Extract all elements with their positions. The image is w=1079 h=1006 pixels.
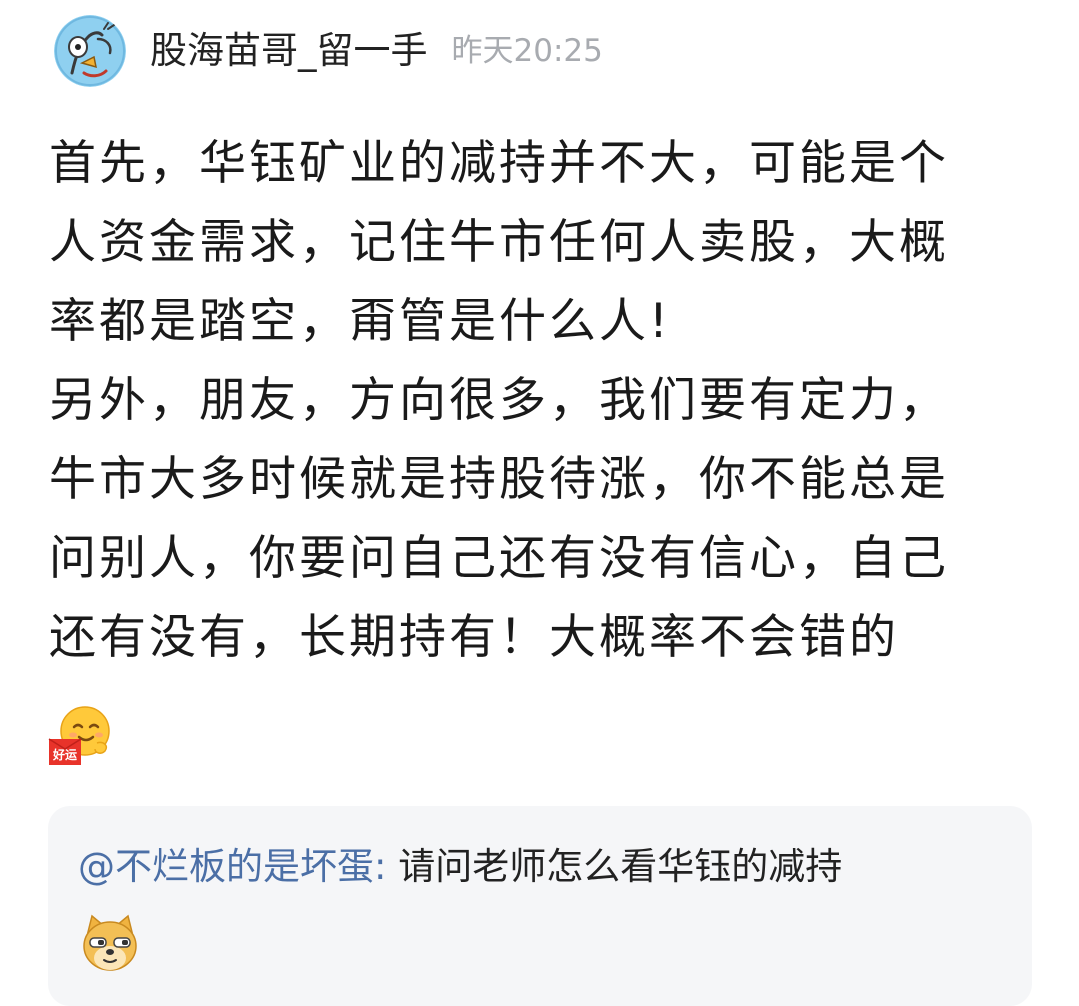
post-line: 首先，华钰矿业的减持并不大，可能是个 [49, 136, 949, 191]
user-avatar[interactable] [54, 15, 126, 87]
post-line: 牛市大多时候就是持股待涨，你不能总是 [49, 452, 949, 507]
doge-emoji-icon [78, 912, 142, 976]
post-body: 首先，华钰矿业的减持并不大，可能是个 人资金需求，记住牛市任何人卖股，大概 率都… [49, 124, 1049, 677]
username[interactable]: 股海苗哥_留一手 [150, 14, 428, 88]
post-line: 问别人，你要问自己还有没有信心，自己 [49, 531, 949, 586]
mention-link[interactable]: @不烂板的是坏蛋: [78, 845, 386, 888]
quoted-comment-line: @不烂板的是坏蛋: 请问老师怎么看华钰的减持 [78, 836, 842, 898]
post-timestamp: 昨天20:25 [451, 33, 603, 69]
cartoon-avatar-icon [54, 15, 126, 87]
post-line: 率都是踏空，甭管是什么人! [49, 294, 671, 349]
post-line: 另外，朋友，方向很多，我们要有定力， [49, 373, 949, 428]
svg-text:好运: 好运 [52, 747, 77, 762]
good-luck-emoji-icon: 好运 [47, 703, 111, 767]
post-header: 股海苗哥_留一手 昨天20:25 [54, 14, 603, 88]
quoted-comment[interactable]: @不烂板的是坏蛋: 请问老师怎么看华钰的减持 [48, 806, 1032, 1006]
post-line: 人资金需求，记住牛市任何人卖股，大概 [49, 215, 949, 270]
post-line: 还有没有，长期持有！大概率不会错的 [49, 610, 899, 665]
quoted-comment-text: 请问老师怎么看华钰的减持 [386, 845, 843, 888]
